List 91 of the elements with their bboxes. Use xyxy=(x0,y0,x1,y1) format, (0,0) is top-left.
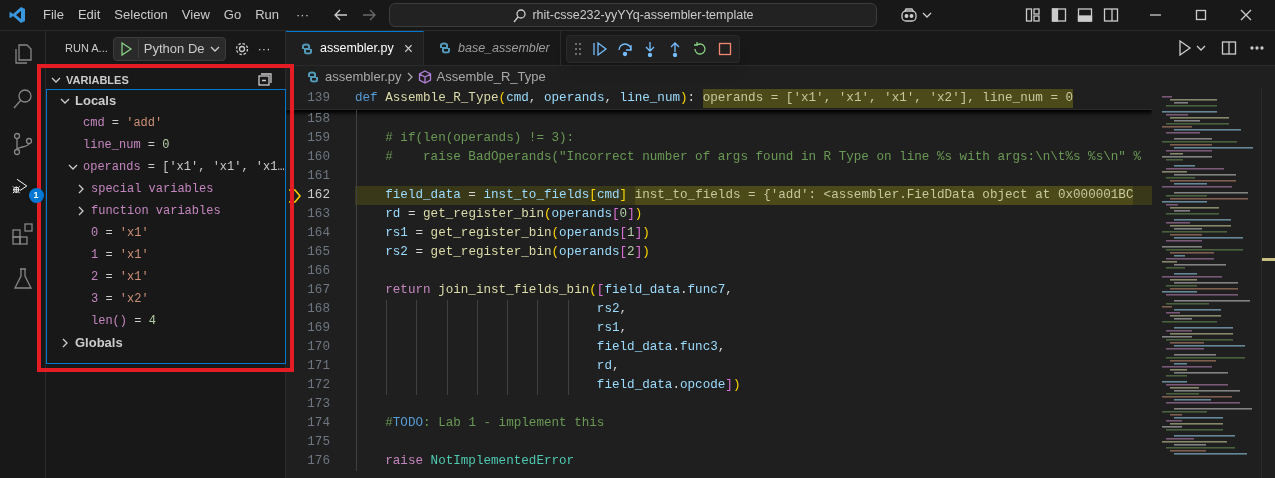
line-number: 160 xyxy=(306,149,330,167)
step-over-icon[interactable] xyxy=(617,41,633,57)
split-editor-icon[interactable] xyxy=(1221,40,1237,56)
maximize-icon[interactable] xyxy=(1195,9,1207,21)
more-menu-button[interactable]: ··· xyxy=(286,5,319,25)
code-line: #TODO: Lab 1 - implement this xyxy=(355,414,1152,433)
line-number: 158 xyxy=(306,111,330,129)
scope-label[interactable]: Locals xyxy=(75,91,117,111)
line-number: 162 xyxy=(306,187,330,205)
restart-icon[interactable] xyxy=(692,41,708,57)
code-line: rd = get_register_bin(operands[0]) xyxy=(355,205,1152,224)
python-file-icon xyxy=(438,41,452,55)
search-icon xyxy=(512,7,528,23)
code-line: field_data.opcode]) xyxy=(355,376,1152,395)
line-number: 139 xyxy=(306,90,330,108)
run-debug-icon[interactable] xyxy=(10,177,29,195)
line-number: 176 xyxy=(306,453,330,471)
menu-item[interactable]: Run xyxy=(248,5,286,25)
app-logo-icon xyxy=(9,6,26,24)
line-number: 174 xyxy=(306,415,330,433)
variable-entry[interactable]: 1 = 'x1' xyxy=(91,246,149,264)
line-number: 168 xyxy=(306,301,330,319)
variable-group[interactable]: function variables xyxy=(91,202,221,220)
variable-entry[interactable]: 2 = 'x1' xyxy=(91,268,149,286)
close-tab-button[interactable]: × xyxy=(403,40,413,57)
line-number: 167 xyxy=(306,282,330,300)
line-number: 175 xyxy=(306,434,330,452)
breadcrumb-item[interactable]: assembler.py xyxy=(325,67,402,87)
line-number: 159 xyxy=(306,130,330,148)
section-header[interactable]: VARIABLES xyxy=(66,71,129,89)
robot-icon[interactable] xyxy=(900,7,918,23)
line-number: 173 xyxy=(306,396,330,414)
notification-badge: 1 xyxy=(28,188,44,203)
play-icon[interactable] xyxy=(1177,39,1193,57)
more-actions-button[interactable]: ··· xyxy=(257,38,271,59)
sidebar-title: RUN A... xyxy=(65,41,108,57)
menu-item[interactable]: Selection xyxy=(107,5,175,25)
line-number: 171 xyxy=(306,358,330,376)
code-line: # raise BadOperands("Incorrect number of args found in R Type on line %s with args:\n\t%s %s\n" % xyxy=(355,148,1152,167)
breadcrumb-item[interactable]: Assemble_R_Type xyxy=(436,67,546,87)
line-number: 164 xyxy=(306,225,330,243)
gear-icon[interactable] xyxy=(233,40,250,57)
menu-item[interactable]: Edit xyxy=(70,5,108,25)
layout-icon[interactable] xyxy=(1025,7,1041,23)
line-number: 166 xyxy=(306,263,330,281)
code-line: field_data.func3, xyxy=(355,338,1152,357)
close-icon[interactable] xyxy=(1240,9,1252,21)
variable-entry[interactable]: cmd = 'add' xyxy=(83,114,163,132)
menu-item[interactable]: File xyxy=(36,5,71,25)
code-line: rs1 = get_register_bin(operands[1]) xyxy=(355,224,1152,243)
extensions-icon[interactable] xyxy=(10,222,35,246)
cube-icon xyxy=(417,70,432,84)
line-number: 170 xyxy=(306,339,330,357)
code-line: # if(len(operands) != 3): xyxy=(355,129,1152,148)
stop-icon[interactable] xyxy=(717,41,733,57)
collapse-all-icon[interactable] xyxy=(257,72,273,88)
line-number: 163 xyxy=(306,206,330,224)
debug-configuration-dropdown[interactable]: Python De xyxy=(112,36,226,61)
drag-handle-icon[interactable] xyxy=(573,41,583,57)
panel-toggle-icon[interactable] xyxy=(1077,7,1093,23)
editor-tab[interactable]: assembler.py × xyxy=(286,31,424,65)
code-line: rd, xyxy=(355,357,1152,376)
variable-entry[interactable]: line_num = 0 xyxy=(83,136,170,154)
menu-item[interactable]: Go xyxy=(216,5,249,25)
variable-entry[interactable]: operands = ['x1', 'x1', 'x1… xyxy=(83,158,285,176)
code-line: raise NotImplementedError xyxy=(355,452,1152,471)
variable-group[interactable]: special variables xyxy=(91,180,214,198)
back-arrow-icon[interactable] xyxy=(333,7,349,23)
continue-icon[interactable] xyxy=(592,41,608,57)
code-line: def Assemble_R_Type(cmd, operands, line_num): operands = ['x1', 'x1', 'x1', 'x2'], line_num = 0 xyxy=(355,88,1075,109)
forward-arrow-icon[interactable] xyxy=(361,7,377,23)
variable-entry[interactable]: len() = 4 xyxy=(91,312,156,330)
code-line: rs2, xyxy=(355,300,1152,319)
line-number: 172 xyxy=(306,377,330,395)
code-line: return join_inst_fields_bin([field_data.func7, xyxy=(355,281,1152,300)
scope-label[interactable]: Globals xyxy=(75,333,123,353)
variable-entry[interactable]: 3 = 'x2' xyxy=(91,290,149,308)
play-icon[interactable] xyxy=(118,40,133,57)
variable-entry[interactable]: 0 = 'x1' xyxy=(91,224,149,242)
line-number: 161 xyxy=(306,168,330,186)
secondary-sidebar-icon[interactable] xyxy=(1103,7,1119,23)
python-file-icon xyxy=(306,70,320,84)
sidebar-toggle-icon[interactable] xyxy=(1051,7,1067,23)
line-number: 169 xyxy=(306,320,330,338)
menu-item[interactable]: View xyxy=(174,5,217,25)
line-number: 165 xyxy=(306,244,330,262)
command-center-search[interactable]: rhit-csse232-yyYYq-assembler-template xyxy=(389,3,877,27)
code-line: rs2 = get_register_bin(operands[2]) xyxy=(355,243,1152,262)
code-line: rs1, xyxy=(355,319,1152,338)
python-file-icon xyxy=(300,41,314,56)
scrollbar[interactable] xyxy=(1261,88,1275,478)
